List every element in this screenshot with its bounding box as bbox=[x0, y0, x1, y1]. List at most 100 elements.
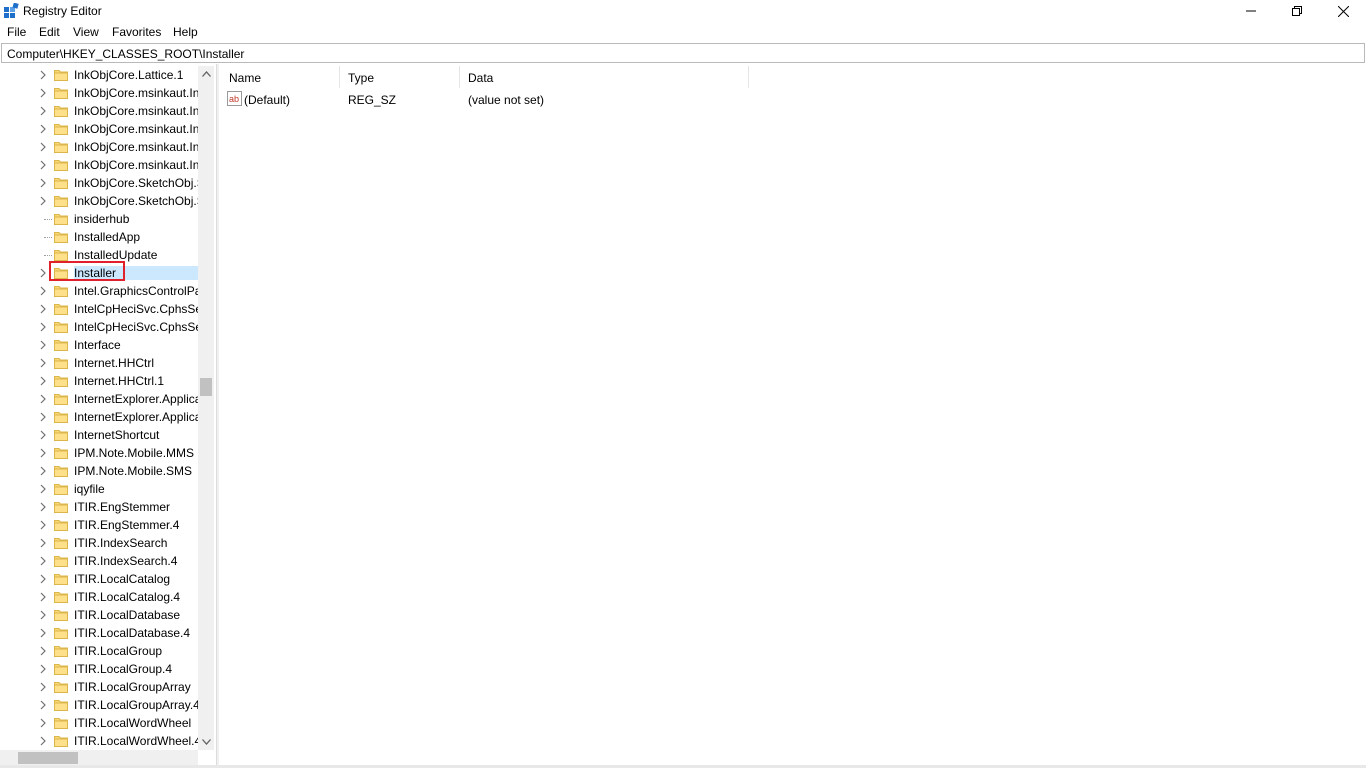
tree-item-label: IPM.Note.Mobile.SMS bbox=[74, 464, 193, 478]
minimize-button[interactable] bbox=[1228, 0, 1274, 22]
chevron-right-icon[interactable] bbox=[38, 196, 48, 206]
tree-item[interactable]: InkObjCore.msinkaut.In bbox=[0, 120, 198, 138]
chevron-right-icon[interactable] bbox=[38, 610, 48, 620]
chevron-right-icon[interactable] bbox=[38, 448, 48, 458]
chevron-right-icon[interactable] bbox=[38, 520, 48, 530]
tree-item[interactable]: iqyfile bbox=[0, 480, 198, 498]
tree-item[interactable]: IntelCpHeciSvc.CphsSe bbox=[0, 318, 198, 336]
menu-favorites[interactable]: Favorites bbox=[112, 25, 161, 39]
chevron-right-icon[interactable] bbox=[38, 124, 48, 134]
tree-item[interactable]: ITIR.IndexSearch.4 bbox=[0, 552, 198, 570]
scroll-down-button[interactable] bbox=[198, 734, 214, 750]
tree-item[interactable]: InkObjCore.msinkaut.In bbox=[0, 84, 198, 102]
menu-view[interactable]: View bbox=[73, 25, 99, 39]
restore-button[interactable] bbox=[1274, 0, 1320, 22]
tree-item[interactable]: InternetExplorer.Applica bbox=[0, 408, 198, 426]
scroll-thumb[interactable] bbox=[200, 378, 212, 396]
tree-item[interactable]: IPM.Note.Mobile.MMS bbox=[0, 444, 198, 462]
tree-item[interactable]: InkObjCore.Lattice.1 bbox=[0, 66, 198, 84]
tree-item[interactable]: ITIR.LocalGroup.4 bbox=[0, 660, 198, 678]
address-bar[interactable]: Computer\HKEY_CLASSES_ROOT\Installer bbox=[1, 43, 1365, 63]
chevron-right-icon[interactable] bbox=[38, 304, 48, 314]
chevron-right-icon[interactable] bbox=[38, 286, 48, 296]
tree-item[interactable]: ITIR.EngStemmer bbox=[0, 498, 198, 516]
key-tree[interactable]: InkObjCore.Lattice.1 InkObjCore.msinkaut.… bbox=[0, 64, 214, 768]
chevron-right-icon[interactable] bbox=[38, 106, 48, 116]
chevron-right-icon[interactable] bbox=[38, 502, 48, 512]
tree-item[interactable]: InkObjCore.msinkaut.In bbox=[0, 138, 198, 156]
chevron-right-icon[interactable] bbox=[38, 70, 48, 80]
tree-item[interactable]: insiderhub bbox=[0, 210, 198, 228]
tree-vertical-scrollbar[interactable] bbox=[198, 66, 214, 750]
column-divider[interactable] bbox=[748, 66, 749, 88]
tree-item[interactable]: InternetExplorer.Applica bbox=[0, 390, 198, 408]
chevron-right-icon[interactable] bbox=[38, 700, 48, 710]
chevron-right-icon[interactable] bbox=[38, 142, 48, 152]
chevron-right-icon[interactable] bbox=[38, 160, 48, 170]
folder-icon bbox=[54, 610, 68, 621]
chevron-right-icon[interactable] bbox=[38, 412, 48, 422]
tree-horizontal-scrollbar[interactable] bbox=[0, 750, 198, 766]
chevron-right-icon[interactable] bbox=[38, 88, 48, 98]
chevron-right-icon[interactable] bbox=[38, 628, 48, 638]
chevron-right-icon[interactable] bbox=[38, 394, 48, 404]
folder-icon bbox=[54, 556, 68, 567]
tree-item[interactable]: InkObjCore.SketchObj.S bbox=[0, 192, 198, 210]
value-row[interactable]: ab (Default) REG_SZ (value not set) bbox=[219, 90, 819, 108]
menu-file[interactable]: File bbox=[7, 25, 26, 39]
tree-item[interactable]: ITIR.LocalGroupArray.4 bbox=[0, 696, 198, 714]
column-header-data[interactable]: Data bbox=[458, 64, 748, 88]
chevron-right-icon[interactable] bbox=[38, 340, 48, 350]
chevron-right-icon[interactable] bbox=[38, 178, 48, 188]
tree-item[interactable]: InkObjCore.SketchObj.S bbox=[0, 174, 198, 192]
tree-item[interactable]: ITIR.LocalGroup bbox=[0, 642, 198, 660]
tree-item[interactable]: ITIR.EngStemmer.4 bbox=[0, 516, 198, 534]
tree-item[interactable]: ITIR.LocalDatabase.4 bbox=[0, 624, 198, 642]
tree-item[interactable]: InstalledApp bbox=[0, 228, 198, 246]
tree-item[interactable]: InkObjCore.msinkaut.In bbox=[0, 102, 198, 120]
tree-item[interactable]: IPM.Note.Mobile.SMS bbox=[0, 462, 198, 480]
tree-item[interactable]: ITIR.LocalGroupArray bbox=[0, 678, 198, 696]
chevron-right-icon[interactable] bbox=[38, 592, 48, 602]
chevron-right-icon[interactable] bbox=[38, 322, 48, 332]
chevron-right-icon[interactable] bbox=[38, 574, 48, 584]
chevron-right-icon[interactable] bbox=[38, 538, 48, 548]
tree-item[interactable]: ITIR.IndexSearch bbox=[0, 534, 198, 552]
tree-item[interactable]: ITIR.LocalDatabase bbox=[0, 606, 198, 624]
folder-icon bbox=[54, 358, 68, 369]
chevron-right-icon[interactable] bbox=[38, 718, 48, 728]
chevron-right-icon[interactable] bbox=[38, 430, 48, 440]
tree-item[interactable]: Internet.HHCtrl bbox=[0, 354, 198, 372]
menu-help[interactable]: Help bbox=[173, 25, 198, 39]
chevron-right-icon[interactable] bbox=[38, 682, 48, 692]
chevron-right-icon[interactable] bbox=[38, 664, 48, 674]
chevron-right-icon[interactable] bbox=[38, 736, 48, 746]
tree-item[interactable]: ITIR.LocalWordWheel.4 bbox=[0, 732, 198, 750]
chevron-right-icon[interactable] bbox=[38, 484, 48, 494]
chevron-right-icon[interactable] bbox=[38, 556, 48, 566]
chevron-right-icon[interactable] bbox=[38, 646, 48, 656]
chevron-right-icon[interactable] bbox=[38, 466, 48, 476]
tree-item[interactable]: ITIR.LocalCatalog bbox=[0, 570, 198, 588]
tree-item[interactable]: Intel.GraphicsControlPa bbox=[0, 282, 198, 300]
column-header-type[interactable]: Type bbox=[338, 64, 458, 88]
tree-item[interactable]: IntelCpHeciSvc.CphsSe bbox=[0, 300, 198, 318]
window-title: Registry Editor bbox=[23, 4, 102, 18]
chevron-right-icon[interactable] bbox=[38, 268, 48, 278]
chevron-right-icon[interactable] bbox=[38, 376, 48, 386]
close-button[interactable] bbox=[1320, 0, 1366, 22]
tree-item[interactable]: ITIR.LocalWordWheel bbox=[0, 714, 198, 732]
tree-item[interactable]: ITIR.LocalCatalog.4 bbox=[0, 588, 198, 606]
horizontal-scroll-thumb[interactable] bbox=[18, 752, 78, 764]
values-list[interactable]: Name Type Data ab (Default) REG_SZ (valu… bbox=[219, 64, 1366, 768]
chevron-right-icon[interactable] bbox=[38, 358, 48, 368]
tree-item[interactable]: Internet.HHCtrl.1 bbox=[0, 372, 198, 390]
scroll-up-button[interactable] bbox=[198, 66, 214, 82]
tree-item[interactable]: InkObjCore.msinkaut.In bbox=[0, 156, 198, 174]
tree-item-label: InternetShortcut bbox=[74, 428, 160, 442]
tree-item[interactable]: Interface bbox=[0, 336, 198, 354]
tree-item[interactable]: InternetShortcut bbox=[0, 426, 198, 444]
menu-edit[interactable]: Edit bbox=[39, 25, 60, 39]
folder-icon bbox=[54, 736, 68, 747]
column-header-name[interactable]: Name bbox=[219, 64, 337, 88]
